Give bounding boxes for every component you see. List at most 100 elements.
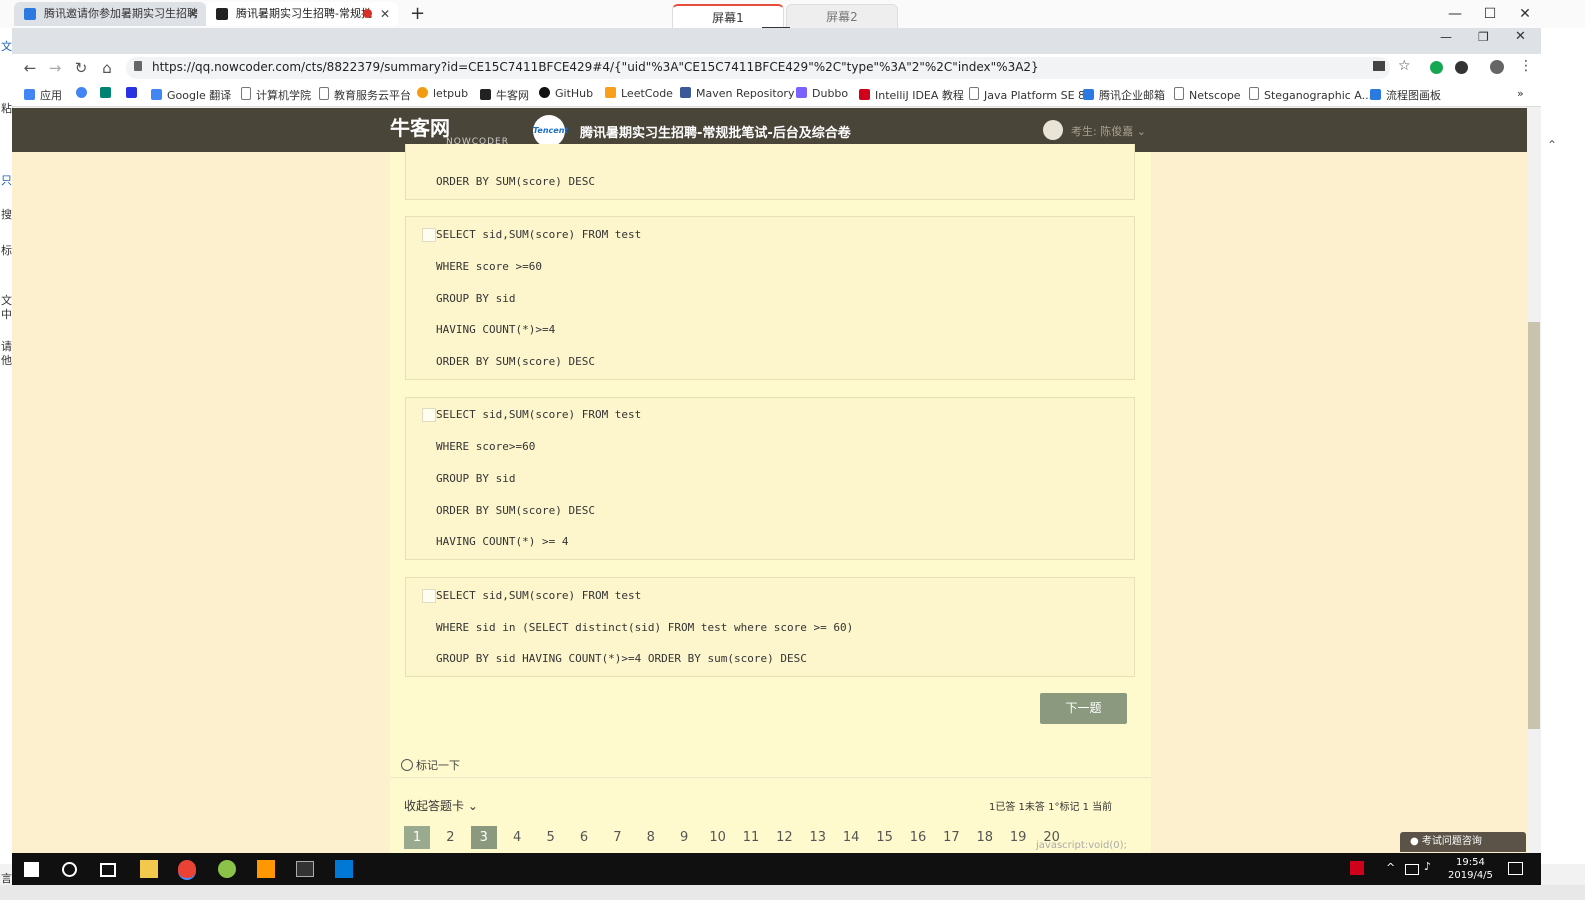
page-number-3[interactable]: 3 (470, 826, 497, 849)
option-checkbox[interactable] (422, 589, 436, 603)
strip-char: 标 (1, 244, 12, 257)
profile-icon[interactable] (1490, 60, 1504, 74)
next-question-button[interactable]: 下一题 (1040, 693, 1127, 724)
app-icon[interactable] (218, 860, 236, 878)
bookmark-tencent-mail[interactable]: 腾讯企业邮箱 (1083, 87, 1165, 103)
bookmark-apps[interactable]: 应用 (24, 87, 62, 103)
minimize-button[interactable]: — (1443, 4, 1467, 24)
maximize-button[interactable]: ☐ (1478, 4, 1502, 24)
answer-option-a[interactable] (405, 144, 1135, 200)
bookmark-netscope[interactable]: Netscope (1174, 87, 1241, 102)
home-icon[interactable]: ⌂ (97, 58, 117, 78)
bookmark-steganographic[interactable]: Steganographic A... (1249, 87, 1372, 102)
extension-icon[interactable] (1430, 61, 1443, 74)
tab-screen-2[interactable]: 屏幕2 (786, 4, 898, 29)
bookmark-edu-cloud[interactable]: 教育服务云平台 (319, 87, 411, 103)
bookmark-intellij[interactable]: IntelliJ IDEA 教程 (859, 87, 964, 103)
page-icon (241, 87, 251, 100)
option-checkbox[interactable] (422, 228, 436, 242)
page-number-8[interactable]: 8 (638, 826, 664, 849)
incognito-icon[interactable] (1455, 61, 1468, 74)
page-number-13[interactable]: 13 (805, 826, 831, 849)
bookmark-java-se8[interactable]: Java Platform SE 8 (969, 87, 1085, 102)
windows-start-icon[interactable] (24, 862, 39, 877)
bookmark-dubbo[interactable]: Dubbo (796, 87, 848, 100)
bookmark-leetcode[interactable]: LeetCode (605, 87, 673, 100)
candidate-menu[interactable]: 考生: 陈俊嘉 ⌄ (1071, 123, 1146, 139)
new-tab-button[interactable]: + (410, 3, 425, 24)
page-number-19[interactable]: 19 (1005, 826, 1031, 849)
close-button[interactable]: ✕ (1513, 4, 1537, 24)
bookmark-flowchart[interactable]: 流程图画板 (1370, 87, 1441, 103)
chrome-icon[interactable] (178, 860, 196, 880)
close-tab-icon[interactable]: ✕ (380, 2, 390, 26)
input-method-icon[interactable] (1350, 861, 1364, 875)
matlab-icon[interactable] (257, 860, 275, 878)
option-checkbox[interactable] (422, 408, 436, 422)
option-code-line: GROUP BY sid (436, 292, 516, 305)
network-icon[interactable] (1405, 864, 1419, 875)
bookmark-nowcoder[interactable]: 牛客网 (480, 87, 529, 103)
browser-tab-invite[interactable]: 腾讯邀请你参加暑期实习生招聘 ✕ (14, 2, 206, 26)
bookmark-cs-school[interactable]: 计算机学院 (241, 87, 311, 103)
page-number-12[interactable]: 12 (771, 826, 797, 849)
bookmark-baidu[interactable] (126, 87, 142, 100)
page-number-11[interactable]: 11 (738, 826, 764, 849)
file-explorer-icon[interactable] (140, 860, 158, 878)
mark-icon (401, 759, 413, 771)
browser-restore-button[interactable]: ❐ (1478, 30, 1489, 44)
menu-icon[interactable]: ⋮ (1519, 58, 1533, 74)
task-view-icon[interactable] (100, 863, 116, 877)
nowcoder-logo[interactable]: 牛客网 (390, 112, 450, 141)
page-number-7[interactable]: 7 (604, 826, 630, 849)
divider (390, 777, 1151, 778)
reload-icon[interactable]: ↻ (71, 58, 91, 78)
url-text[interactable]: https://qq.nowcoder.com/cts/8822379/summ… (152, 60, 1039, 74)
page-number-2[interactable]: 2 (437, 826, 463, 849)
page-number-1[interactable]: 1 (404, 826, 430, 849)
scrollbar-thumb[interactable] (1528, 322, 1540, 729)
bookmark-star-icon[interactable]: ☆ (1398, 58, 1411, 74)
notification-icon[interactable] (1508, 862, 1523, 875)
option-code-line: WHERE score>=60 (436, 440, 536, 453)
lock-icon[interactable] (134, 61, 142, 71)
scroll-up-icon[interactable]: ⌃ (1547, 138, 1557, 152)
bookmark-letpub[interactable]: letpub (417, 87, 468, 100)
page-number-17[interactable]: 17 (938, 826, 964, 849)
browser-close-button[interactable]: ✕ (1515, 29, 1526, 44)
page-number-4[interactable]: 4 (504, 826, 530, 849)
forward-icon[interactable]: → (45, 58, 65, 78)
bookmarks-overflow[interactable]: » (1517, 87, 1524, 100)
page-icon (1249, 87, 1259, 100)
consult-label: 考试问题咨询 (1421, 836, 1482, 847)
page-number-18[interactable]: 18 (972, 826, 998, 849)
browser-tab-exam[interactable]: 腾讯暑期实习生招聘-常规批 ✕ (206, 2, 398, 26)
terminal-icon[interactable] (296, 861, 314, 877)
page-number-15[interactable]: 15 (872, 826, 898, 849)
consult-button[interactable]: ● 考试问题咨询 (1400, 832, 1526, 852)
option-code-line: WHERE sid in (SELECT distinct(sid) FROM … (436, 621, 854, 634)
clock[interactable]: 19:54 2019/4/5 (1448, 856, 1493, 882)
bookmark-github[interactable]: GitHub (539, 87, 593, 100)
page-number-6[interactable]: 6 (571, 826, 597, 849)
bookmark-bing[interactable] (100, 87, 116, 100)
collapse-answer-card[interactable]: 收起答题卡 ⌄ (404, 797, 478, 814)
page-number-9[interactable]: 9 (671, 826, 697, 849)
camera-icon[interactable] (1373, 61, 1385, 71)
browser-minimize-button[interactable]: — (1440, 30, 1452, 44)
mark-question[interactable]: 标记一下 (401, 757, 460, 773)
tab-title: 腾讯暑期实习生招聘-常规批 (236, 7, 372, 20)
page-number-16[interactable]: 16 (905, 826, 931, 849)
back-icon[interactable]: ← (20, 58, 40, 78)
cortana-icon[interactable] (62, 862, 77, 877)
volume-icon[interactable]: ♪ (1424, 860, 1431, 873)
bookmark-google[interactable] (76, 87, 92, 100)
page-number-14[interactable]: 14 (838, 826, 864, 849)
bookmark-google-translate[interactable]: Google 翻译 (151, 87, 231, 103)
bookmark-maven[interactable]: Maven Repository (680, 87, 794, 100)
vscode-icon[interactable] (335, 860, 353, 878)
close-tab-icon[interactable]: ✕ (188, 2, 198, 26)
tray-expand-icon[interactable]: ^ (1386, 861, 1395, 874)
page-number-10[interactable]: 10 (705, 826, 731, 849)
page-number-5[interactable]: 5 (538, 826, 564, 849)
